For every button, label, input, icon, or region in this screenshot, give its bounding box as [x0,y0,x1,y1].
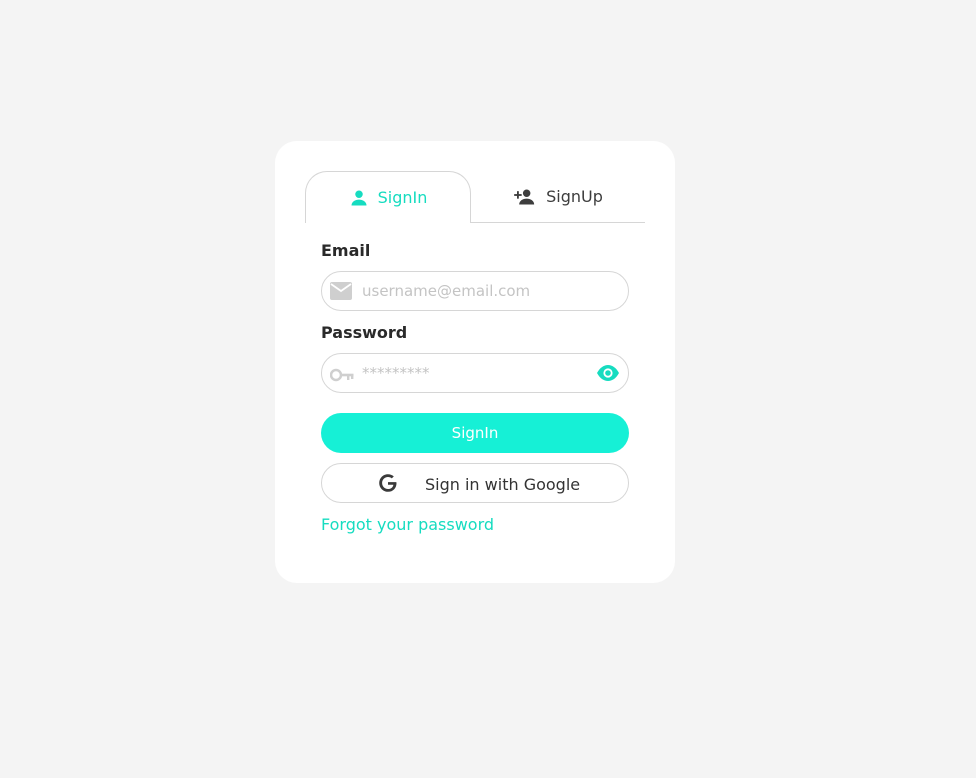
password-input[interactable] [362,354,592,392]
envelope-icon [330,282,352,304]
email-field-wrapper [321,271,629,311]
password-field-wrapper [321,353,629,393]
password-label: Password [321,323,408,342]
tab-signup[interactable]: SignUp [475,171,641,222]
google-icon [376,471,400,499]
tab-signin-label: SignIn [377,188,428,207]
eye-icon[interactable] [596,364,620,386]
signin-card: SignIn SignUp Email Password SignIn Sign… [275,141,675,583]
auth-tabs: SignIn SignUp [305,171,645,223]
tab-signup-label: SignUp [546,187,603,206]
person-icon [349,188,369,208]
email-label: Email [321,241,371,260]
forgot-password-link[interactable]: Forgot your password [321,515,494,534]
email-input[interactable] [362,272,592,310]
signin-button[interactable]: SignIn [321,413,629,453]
google-button-label: Sign in with Google [425,475,581,494]
tab-signin[interactable]: SignIn [305,171,471,223]
person-add-icon [513,187,537,207]
key-icon [329,367,354,386]
google-signin-button[interactable]: Sign in with Google [321,463,629,503]
